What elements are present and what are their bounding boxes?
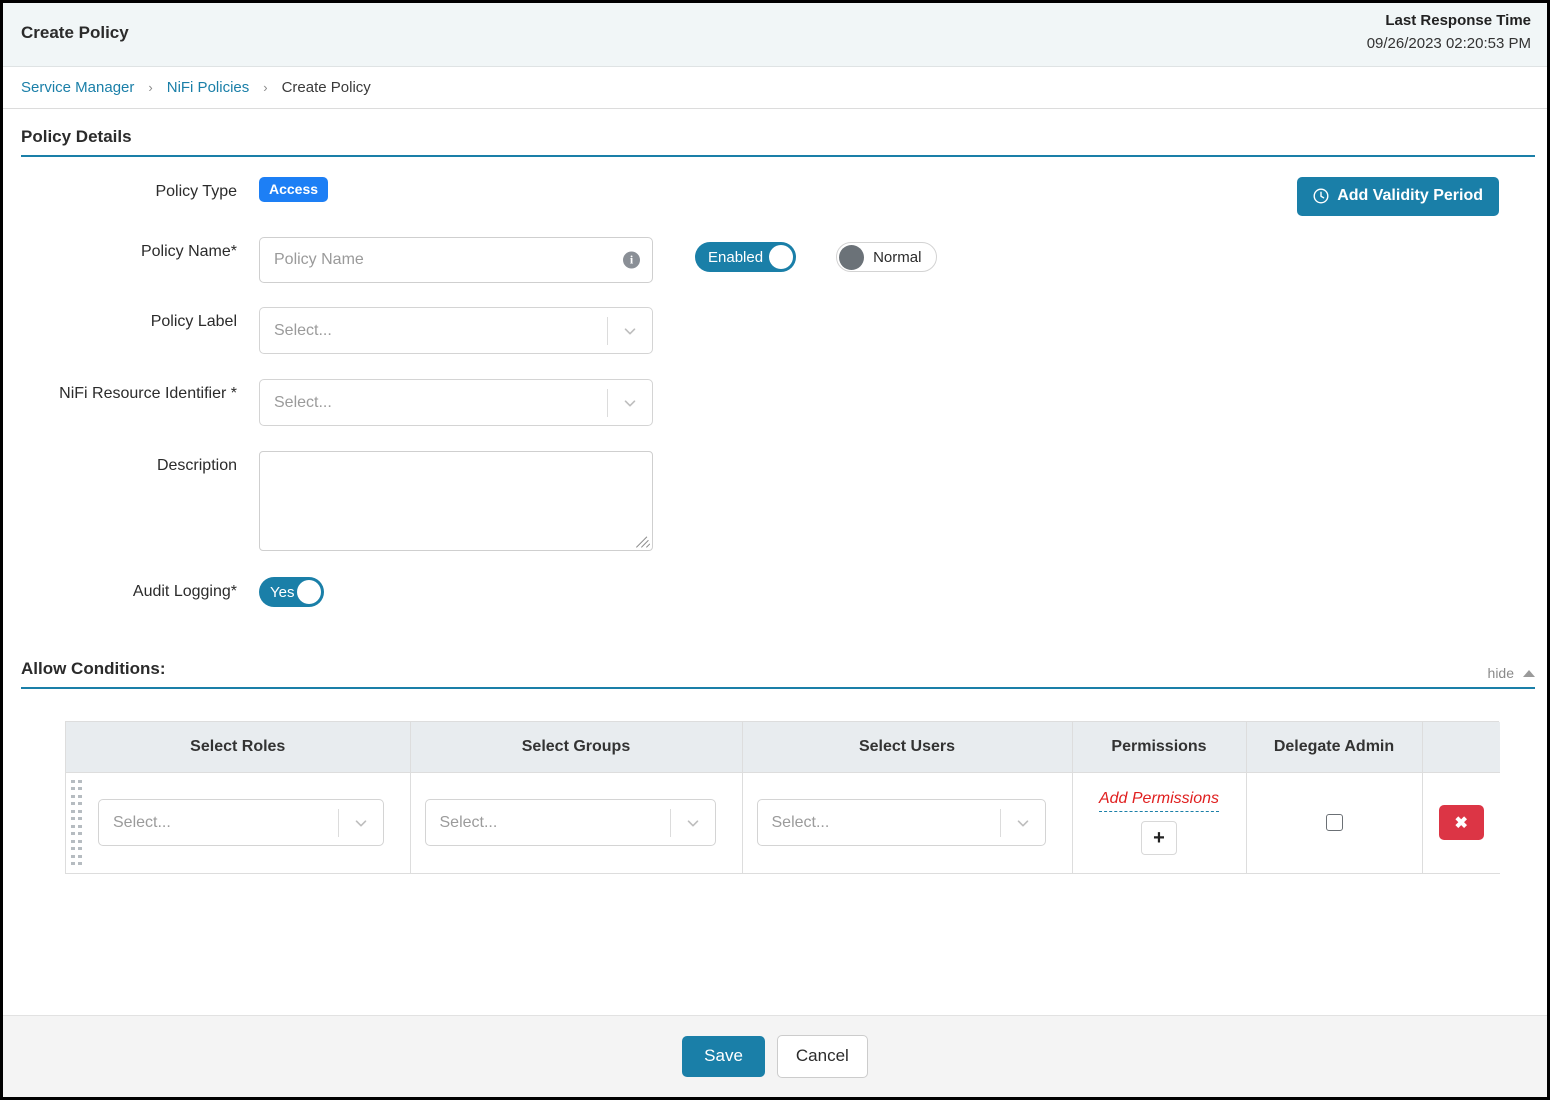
last-response-time-value: 09/26/2023 02:20:53 PM [1367,33,1531,56]
page-title: Create Policy [21,23,129,43]
enabled-toggle[interactable]: Enabled [695,242,796,272]
cell-delegate-admin [1246,772,1422,873]
nifi-resource-identifier-select-value: Select... [260,394,332,412]
audit-logging-label: Audit Logging* [3,577,259,601]
breadcrumb-separator-2: › [263,80,267,95]
policy-name-input[interactable]: Policy Name i [259,237,653,283]
breadcrumb-service-manager[interactable]: Service Manager [21,79,134,96]
title-bar: Create Policy Last Response Time 09/26/2… [3,3,1547,67]
breadcrumb-create-policy: Create Policy [282,79,371,96]
select-roles-dropdown[interactable]: Select... [98,799,384,846]
cell-permissions: Add Permissions + [1072,772,1246,873]
policy-label-label: Policy Label [3,307,259,331]
column-header-select-groups: Select Groups [410,722,742,772]
select-roles-value: Select... [99,814,171,832]
column-header-actions [1422,722,1500,772]
chevron-down-icon[interactable] [620,393,640,413]
row-audit-logging: Audit Logging* Yes [3,577,1517,607]
hide-toggle-label: hide [1488,665,1514,681]
cell-actions: ✖ [1422,772,1500,873]
breadcrumb-separator-1: › [148,80,152,95]
audit-logging-toggle-label: Yes [270,584,294,601]
create-policy-window: Create Policy Last Response Time 09/26/2… [0,0,1550,1100]
delegate-admin-checkbox[interactable] [1326,814,1343,831]
last-response-time-label: Last Response Time [1367,10,1531,33]
select-roles-divider [338,809,339,837]
close-icon: ✖ [1455,813,1468,833]
policy-label-select-divider [607,317,608,345]
policy-type-badge: Access [259,177,328,202]
column-header-permissions: Permissions [1072,722,1246,772]
chevron-down-icon[interactable] [683,813,703,833]
select-groups-dropdown[interactable]: Select... [425,799,716,846]
column-header-delegate-admin: Delegate Admin [1246,722,1422,772]
cell-select-users: Select... [742,772,1072,873]
normal-toggle-knob [839,245,864,270]
add-permissions-link[interactable]: Add Permissions [1099,790,1219,812]
row-policy-type: Policy Type Access Add Validity Period [3,177,1517,202]
form-content: Policy Details Policy Type Access Add Va… [3,109,1547,1015]
select-users-dropdown[interactable]: Select... [757,799,1046,846]
chevron-down-icon[interactable] [351,813,371,833]
policy-details-heading: Policy Details [21,127,1535,157]
add-permissions-button[interactable]: + [1141,821,1177,855]
enabled-toggle-knob [769,245,793,269]
select-users-value: Select... [758,814,830,832]
status-toggle-group: Enabled Normal [695,242,937,272]
table-row: Select... Sele [66,772,1500,873]
select-groups-divider [670,809,671,837]
audit-logging-toggle-knob [297,580,321,604]
resize-grip-icon[interactable] [636,534,650,548]
description-label: Description [3,451,259,475]
policy-label-select-value: Select... [260,322,332,340]
row-nifi-resource-identifier: NiFi Resource Identifier * Select... [3,379,1517,426]
allow-conditions-title: Allow Conditions: [21,659,165,678]
policy-label-select[interactable]: Select... [259,307,653,354]
row-description: Description [3,451,1517,551]
delete-row-button[interactable]: ✖ [1439,805,1484,840]
breadcrumb-nifi-policies[interactable]: NiFi Policies [167,79,250,96]
caret-up-icon [1523,670,1535,677]
cell-select-roles: Select... [66,772,410,873]
normal-toggle[interactable]: Normal [836,242,937,272]
select-groups-value: Select... [426,814,498,832]
policy-name-label: Policy Name* [3,237,259,261]
enabled-toggle-label: Enabled [708,249,763,266]
add-validity-period-label: Add Validity Period [1337,187,1483,205]
column-header-select-roles: Select Roles [66,722,410,772]
row-policy-name: Policy Name* Policy Name i Enabled Norma… [3,237,1517,283]
info-icon[interactable]: i [623,252,640,269]
allow-conditions-table-wrapper: Select Roles Select Groups Select Users … [65,721,1499,874]
audit-logging-toggle[interactable]: Yes [259,577,324,607]
save-button[interactable]: Save [682,1036,765,1077]
last-response-time: Last Response Time 09/26/2023 02:20:53 P… [1367,10,1531,55]
policy-name-placeholder: Policy Name [274,251,364,269]
normal-toggle-label: Normal [873,249,921,266]
nifi-resource-identifier-select[interactable]: Select... [259,379,653,426]
chevron-down-icon[interactable] [620,321,640,341]
cell-select-groups: Select... [410,772,742,873]
cancel-button[interactable]: Cancel [777,1035,868,1078]
hide-toggle[interactable]: hide [1488,665,1535,681]
table-header-row: Select Roles Select Groups Select Users … [66,722,1500,772]
column-header-select-users: Select Users [742,722,1072,772]
footer-actions: Save Cancel [3,1015,1547,1097]
add-validity-period-button[interactable]: Add Validity Period [1297,177,1499,216]
row-policy-label: Policy Label Select... [3,307,1517,354]
breadcrumb: Service Manager › NiFi Policies › Create… [3,67,1547,109]
nifi-resource-identifier-select-divider [607,389,608,417]
nifi-resource-identifier-label: NiFi Resource Identifier * [3,379,259,403]
allow-conditions-table: Select Roles Select Groups Select Users … [66,722,1500,874]
policy-type-label: Policy Type [3,177,259,201]
chevron-down-icon[interactable] [1013,813,1033,833]
clock-icon [1313,188,1329,204]
description-textarea[interactable] [259,451,653,551]
select-users-divider [1000,809,1001,837]
drag-handle-icon[interactable] [71,780,82,866]
allow-conditions-heading: Allow Conditions: hide [21,659,1535,689]
